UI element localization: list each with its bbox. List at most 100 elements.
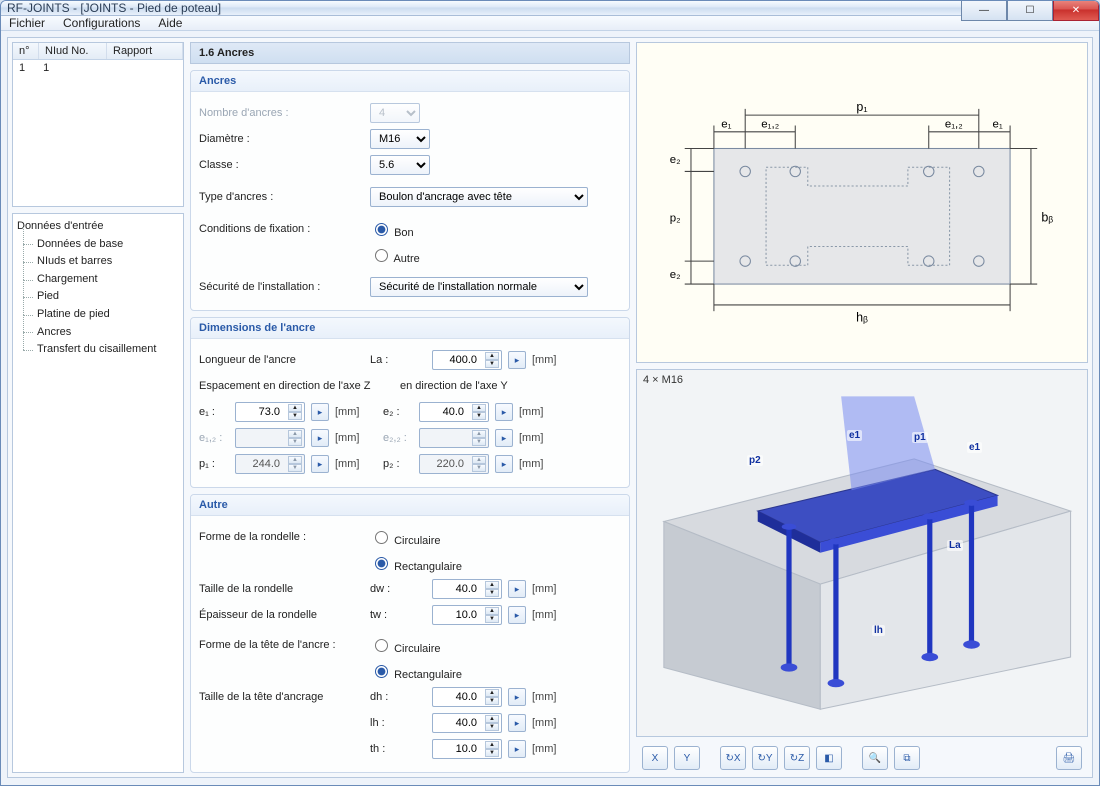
- p2-input: ▲▼: [419, 454, 489, 474]
- left-panel: n° NIud No. Rapport 1 1 Données d'entrée…: [12, 42, 184, 773]
- class-label: Classe :: [199, 159, 364, 171]
- rot-x-button[interactable]: ↻X: [720, 746, 746, 770]
- tree-item-baseplate[interactable]: Platine de pied: [15, 306, 181, 324]
- lbl-e1: e1: [847, 430, 862, 441]
- svg-text:e₂: e₂: [670, 154, 681, 166]
- p2-sym: p₂ :: [383, 458, 413, 470]
- col-report: Rapport: [107, 43, 183, 59]
- menu-help[interactable]: Aide: [158, 16, 182, 30]
- tw-sym: tw :: [370, 609, 400, 621]
- lbl-la: La: [947, 540, 963, 551]
- svg-text:e₁,₂: e₁,₂: [761, 119, 779, 131]
- washer-thk-label: Épaisseur de la rondelle: [199, 609, 364, 621]
- table-row[interactable]: 1 1: [13, 60, 183, 76]
- cell-node: 1: [43, 62, 49, 74]
- 3d-svg: [643, 376, 1081, 730]
- tree-item-nodes[interactable]: NIuds et barres: [15, 253, 181, 271]
- svg-text:p₁: p₁: [856, 100, 867, 114]
- 3d-caption: 4 × M16: [643, 374, 683, 386]
- e1-input[interactable]: ▲▼: [235, 402, 305, 422]
- head-size-label: Taille de la tête d'ancrage: [199, 691, 364, 703]
- diameter-select[interactable]: M16: [370, 129, 430, 149]
- window-title: RF-JOINTS - [JOINTS - Pied de poteau]: [7, 1, 221, 15]
- washer-rect-radio[interactable]: Rectangulaire: [370, 554, 462, 573]
- th-pick-icon[interactable]: ▸: [508, 740, 526, 758]
- menu-config[interactable]: Configurations: [63, 16, 140, 30]
- p1-pick-icon[interactable]: ▸: [311, 455, 329, 473]
- plan-svg: p₁ e₁ e₁,₂ e₁,₂ e₁: [643, 49, 1081, 356]
- tree-item-anchors[interactable]: Ancres: [15, 324, 181, 342]
- svg-text:e₁: e₁: [721, 119, 731, 131]
- group-dimensions: Dimensions de l'ancre Longueur de l'ancr…: [190, 317, 630, 488]
- dw-pick-icon[interactable]: ▸: [508, 580, 526, 598]
- close-button[interactable]: ✕: [1053, 1, 1099, 21]
- rot-y-button[interactable]: ↻Y: [752, 746, 778, 770]
- maximize-button[interactable]: ☐: [1007, 1, 1053, 21]
- type-label: Type d'ancres :: [199, 191, 364, 203]
- print-button[interactable]: 🖨: [1056, 746, 1082, 770]
- dw-sym: dw :: [370, 583, 400, 595]
- fix-good-radio[interactable]: Bon: [370, 220, 414, 239]
- tree-root[interactable]: Données d'entrée: [15, 218, 181, 236]
- head-circ-radio[interactable]: Circulaire: [370, 636, 441, 655]
- svg-text:e₂: e₂: [670, 269, 681, 281]
- cell-n: 1: [19, 62, 25, 74]
- lh-pick-icon[interactable]: ▸: [508, 714, 526, 732]
- minimize-button[interactable]: —: [961, 1, 1007, 21]
- e12-sym: e₁,₂ :: [199, 432, 229, 444]
- app-window: RF-JOINTS - [JOINTS - Pied de poteau] — …: [0, 0, 1100, 786]
- dw-input[interactable]: ▲▼: [432, 579, 502, 599]
- lbl-e1b: e1: [967, 442, 982, 453]
- security-label: Sécurité de l'installation :: [199, 281, 364, 293]
- e12-pick-icon: ▸: [311, 429, 329, 447]
- content: n° NIud No. Rapport 1 1 Données d'entrée…: [1, 31, 1099, 786]
- e1-sym: e₁ :: [199, 406, 229, 418]
- view-y-button[interactable]: Y: [674, 746, 700, 770]
- view-x-button[interactable]: X: [642, 746, 668, 770]
- tree-item-foot[interactable]: Pied: [15, 288, 181, 306]
- dh-input[interactable]: ▲▼: [432, 687, 502, 707]
- copy-button[interactable]: ⧉: [894, 746, 920, 770]
- 3d-diagram[interactable]: 4 × M16: [636, 369, 1088, 737]
- svg-text:hᵦ: hᵦ: [856, 311, 868, 325]
- e1-pick-icon[interactable]: ▸: [311, 403, 329, 421]
- length-input[interactable]: ▲▼: [432, 350, 502, 370]
- group-anchors-legend: Ancres: [191, 71, 629, 92]
- dh-pick-icon[interactable]: ▸: [508, 688, 526, 706]
- p2-pick-icon[interactable]: ▸: [495, 455, 513, 473]
- th-input[interactable]: ▲▼: [432, 739, 502, 759]
- diagram-panel: p₁ e₁ e₁,₂ e₁,₂ e₁: [636, 42, 1088, 773]
- menu-file[interactable]: Fichier: [9, 16, 45, 30]
- svg-text:p₂: p₂: [670, 212, 681, 224]
- group-other: Autre Forme de la rondelle : Circulaire …: [190, 494, 630, 773]
- zoom-button[interactable]: 🔍: [862, 746, 888, 770]
- lbl-p2: p2: [747, 455, 763, 466]
- tree-item-base[interactable]: Données de base: [15, 236, 181, 254]
- length-label: Longueur de l'ancre: [199, 354, 364, 366]
- head-rect-radio[interactable]: Rectangulaire: [370, 662, 462, 681]
- e2-pick-icon[interactable]: ▸: [495, 403, 513, 421]
- class-select[interactable]: 5.6: [370, 155, 430, 175]
- tree-item-loading[interactable]: Chargement: [15, 271, 181, 289]
- spacing-y-label: en direction de l'axe Y: [400, 380, 508, 392]
- rot-z-button[interactable]: ↻Z: [784, 746, 810, 770]
- washer-circ-radio[interactable]: Circulaire: [370, 528, 441, 547]
- e2-input[interactable]: ▲▼: [419, 402, 489, 422]
- fix-label: Conditions de fixation :: [199, 223, 364, 235]
- lbl-lh: lh: [872, 625, 885, 636]
- num-anchors-select: 4: [370, 103, 420, 123]
- iso-button[interactable]: ◧: [816, 746, 842, 770]
- tree-item-shear[interactable]: Transfert du cisaillement: [15, 341, 181, 359]
- tw-input[interactable]: ▲▼: [432, 605, 502, 625]
- col-node: NIud No.: [39, 43, 107, 59]
- type-select[interactable]: Boulon d'ancrage avec tête: [370, 187, 588, 207]
- svg-text:e₁,₂: e₁,₂: [945, 119, 963, 131]
- case-table[interactable]: n° NIud No. Rapport 1 1: [12, 42, 184, 207]
- tw-pick-icon[interactable]: ▸: [508, 606, 526, 624]
- fix-other-radio[interactable]: Autre: [370, 246, 420, 265]
- view-toolbar: X Y ↻X ↻Y ↻Z ◧ 🔍 ⧉ 🖨: [636, 743, 1088, 773]
- washer-size-label: Taille de la rondelle: [199, 583, 364, 595]
- security-select[interactable]: Sécurité de l'installation normale: [370, 277, 588, 297]
- lh-input[interactable]: ▲▼: [432, 713, 502, 733]
- length-pick-icon[interactable]: ▸: [508, 351, 526, 369]
